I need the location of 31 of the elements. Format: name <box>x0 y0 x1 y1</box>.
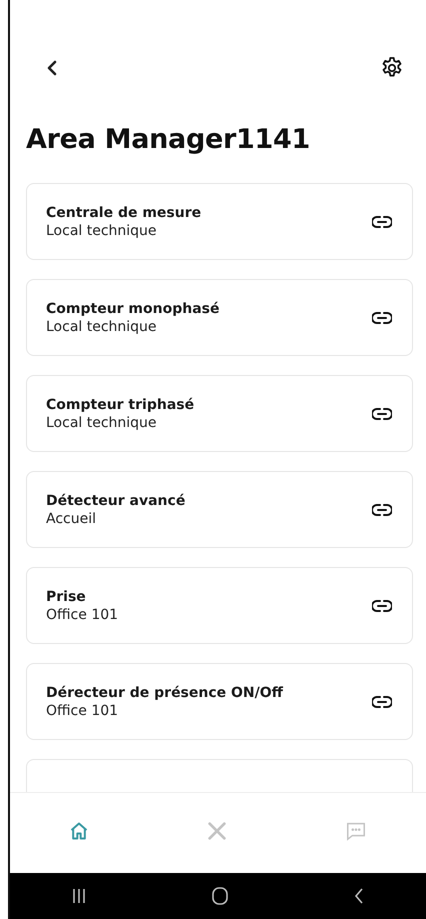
device-card[interactable]: Compteur triphasé Local technique <box>26 375 413 452</box>
link-icon[interactable] <box>372 312 392 324</box>
home-icon <box>68 821 89 841</box>
device-card[interactable]: Prise Office 101 <box>26 567 413 644</box>
device-name: Centrale de mesure <box>46 204 202 220</box>
back-icon <box>354 888 364 904</box>
recent-apps-icon <box>72 888 86 904</box>
device-name: Compteur monophasé <box>46 300 220 316</box>
link-icon[interactable] <box>372 504 392 516</box>
chat-icon <box>345 820 368 842</box>
home-button-icon <box>210 887 229 905</box>
device-card[interactable]: Détecteur avancé Accueil <box>26 471 413 548</box>
link-icon[interactable] <box>372 216 392 228</box>
device-name: Dérecteur de présence ON/Off <box>46 684 283 700</box>
device-location: Local technique <box>46 222 158 238</box>
device-card[interactable]: Centrale de mesure Local technique <box>26 183 413 260</box>
back-button[interactable] <box>46 60 58 76</box>
device-location: Local technique <box>46 318 158 334</box>
device-location: Office 101 <box>46 606 118 622</box>
device-name: Prise <box>46 588 87 604</box>
device-name: Compteur triphasé <box>46 396 194 412</box>
page-title: Area Manager1141 <box>26 124 311 155</box>
device-card[interactable]: Dérecteur de présence ON/Off Office 101 <box>26 663 413 740</box>
device-location: Office 101 <box>46 702 120 718</box>
device-location: Local technique <box>46 414 158 430</box>
link-icon[interactable] <box>372 600 392 612</box>
device-name: Détecteur avancé <box>46 492 186 508</box>
link-icon[interactable] <box>372 696 392 708</box>
link-icon[interactable] <box>372 408 392 420</box>
device-card[interactable]: Compteur monophasé Local technique <box>26 279 413 356</box>
device-location: Accueil <box>46 510 97 526</box>
